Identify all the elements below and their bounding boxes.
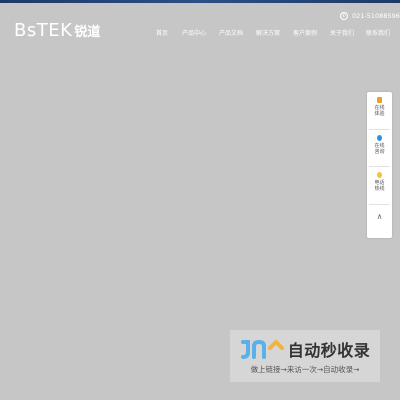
back-to-top-button[interactable]: ∧ (367, 212, 392, 221)
online-consult-button[interactable]: 在线 咨询 (367, 135, 392, 155)
panel-divider (369, 129, 390, 130)
back-to-top-icon: ∧ (376, 212, 383, 221)
panel-divider (369, 166, 390, 167)
watermark-logo-icon (240, 339, 284, 359)
trial-icon (377, 97, 382, 103)
logo-text-cn: 锐道 (74, 25, 101, 40)
nav-item-cases[interactable]: 客户案例 (293, 28, 317, 37)
top-band (0, 0, 400, 3)
nav-item-contact[interactable]: 联系我们 (366, 28, 390, 37)
chat-icon (377, 135, 382, 141)
online-trial-label-2: 体验 (374, 111, 385, 117)
nav-item-docs[interactable]: 产品文档 (219, 28, 243, 37)
online-consult-label-2: 咨询 (374, 149, 385, 155)
phone-contact: ✆ 021-51088596 (340, 10, 400, 22)
panel-divider (369, 204, 390, 205)
watermark-subtitle: 做上链接→来访一次→自动收录→ (250, 365, 360, 374)
phone-hotline-icon (377, 172, 382, 178)
watermark-main: 自动秒收录 (230, 336, 380, 362)
online-trial-button[interactable]: 在线 体验 (367, 97, 392, 117)
watermark-title: 自动秒收录 (287, 341, 371, 360)
phone-icon: ✆ (340, 12, 348, 20)
logo-text-en: BsTEK (14, 20, 73, 41)
nav-item-about[interactable]: 关于我们 (330, 28, 354, 37)
phone-hotline-button[interactable]: 电话 热线 (367, 172, 392, 192)
floating-service-panel: 在线 体验 在线 咨询 电话 热线 ∧ (367, 92, 392, 238)
nav-item-solutions[interactable]: 解决方案 (256, 28, 280, 37)
phone-number: 021-51088596 (352, 12, 400, 20)
site-logo[interactable]: BsTEK 锐道 (14, 20, 100, 42)
nav-item-products[interactable]: 产品中心 (182, 28, 206, 37)
watermark-banner: 自动秒收录 做上链接→来访一次→自动收录→ (230, 330, 380, 382)
nav-item-home[interactable]: 首页 (156, 28, 168, 37)
phone-hotline-label-2: 热线 (374, 186, 385, 192)
